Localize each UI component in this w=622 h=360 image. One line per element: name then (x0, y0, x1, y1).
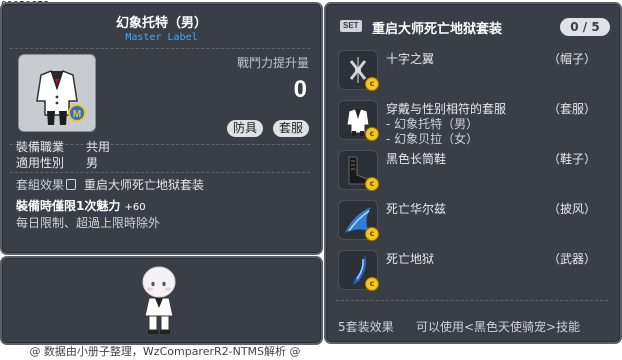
charm-text: 裝備時僅限1次魅力 (16, 199, 121, 213)
set-badge: SET (340, 20, 362, 32)
piece-slot: （鞋子） (547, 152, 596, 166)
lock-icon (66, 179, 76, 190)
piece-sub-female: - 幻象贝拉（女） (386, 132, 479, 146)
stat-gender-key: 適用性別 (16, 156, 65, 170)
tag-armor: 防具 (226, 120, 263, 137)
suit-icon: M (36, 70, 86, 125)
footer-credit: @ 数据由小册子整理，WzComparerR2-NTMS解析 @ (29, 345, 301, 358)
divider (10, 172, 310, 173)
set-effect-label: 5套装效果 (338, 320, 394, 334)
item-label: Master Label (125, 32, 198, 43)
set-effect-value: 重启大师死亡地狱套装 (84, 178, 205, 192)
character-avatar (142, 266, 176, 334)
set-title: 重启大师死亡地狱套装 (372, 22, 503, 37)
stat-job-key: 裝備職業 (16, 140, 65, 154)
svg-text:M: M (73, 109, 81, 120)
piece-name: 死亡华尔兹 (386, 202, 447, 216)
item-icon: M (18, 54, 96, 132)
stat-job-value: 共用 (86, 140, 111, 154)
coin-badge-icon: c (365, 77, 379, 91)
divider (336, 300, 608, 301)
piece-slot: （披风） (547, 202, 596, 216)
piece-slot: （武器） (547, 252, 596, 266)
tag-suit: 套服 (272, 120, 309, 137)
black-boots-icon: c (338, 150, 379, 191)
item-name: 幻象托特（男） (115, 16, 207, 31)
coin-badge-icon: c (365, 227, 379, 241)
power-value: 0 (293, 76, 307, 103)
charm-value: +60 (124, 202, 146, 213)
stat-job: 裝備職業 共用 (16, 138, 110, 155)
power-label: 戰鬥力提升量 (236, 56, 309, 70)
piece-slot: （套服） (547, 102, 596, 116)
item-tooltip-panel: 幻象托特（男） Master Label M 戰鬥力提升量 0 防具 套服 裝備… (0, 2, 323, 255)
limit-text: 每日限制、超過上限時除外 (16, 216, 161, 230)
piece-name: 十字之翼 (386, 52, 435, 66)
coin-badge-icon: c (365, 177, 379, 191)
character-preview-panel (0, 256, 323, 345)
set-panel: SET 重启大师死亡地狱套装 0 / 5 c 十字之翼 （帽子） c 穿戴与性别… (324, 2, 622, 344)
coin-badge-icon: c (365, 127, 379, 141)
cross-wing-hat-icon: c (338, 50, 379, 91)
set-count: 0 / 5 (560, 18, 610, 36)
set-effect-desc: 可以使用<黑色天使骑宠>技能 (416, 320, 581, 334)
set-effect-key: 套組效果 (16, 178, 65, 192)
set-effect-row: 套組效果 重启大师死亡地狱套装 (16, 176, 204, 193)
suit-icon: c (338, 100, 379, 141)
stat-gender-value: 男 (86, 156, 99, 170)
death-waltz-cape-icon: c (338, 200, 379, 241)
piece-slot: （帽子） (547, 52, 596, 66)
death-hell-weapon-icon: c (338, 250, 379, 291)
divider (10, 48, 310, 49)
charm-row: 裝備時僅限1次魅力 +60 (16, 197, 146, 214)
piece-name: 死亡地狱 (386, 252, 435, 266)
piece-name: 黑色长筒鞋 (386, 152, 447, 166)
stat-gender: 適用性別 男 (16, 154, 98, 171)
coin-badge-icon: c (365, 277, 379, 291)
